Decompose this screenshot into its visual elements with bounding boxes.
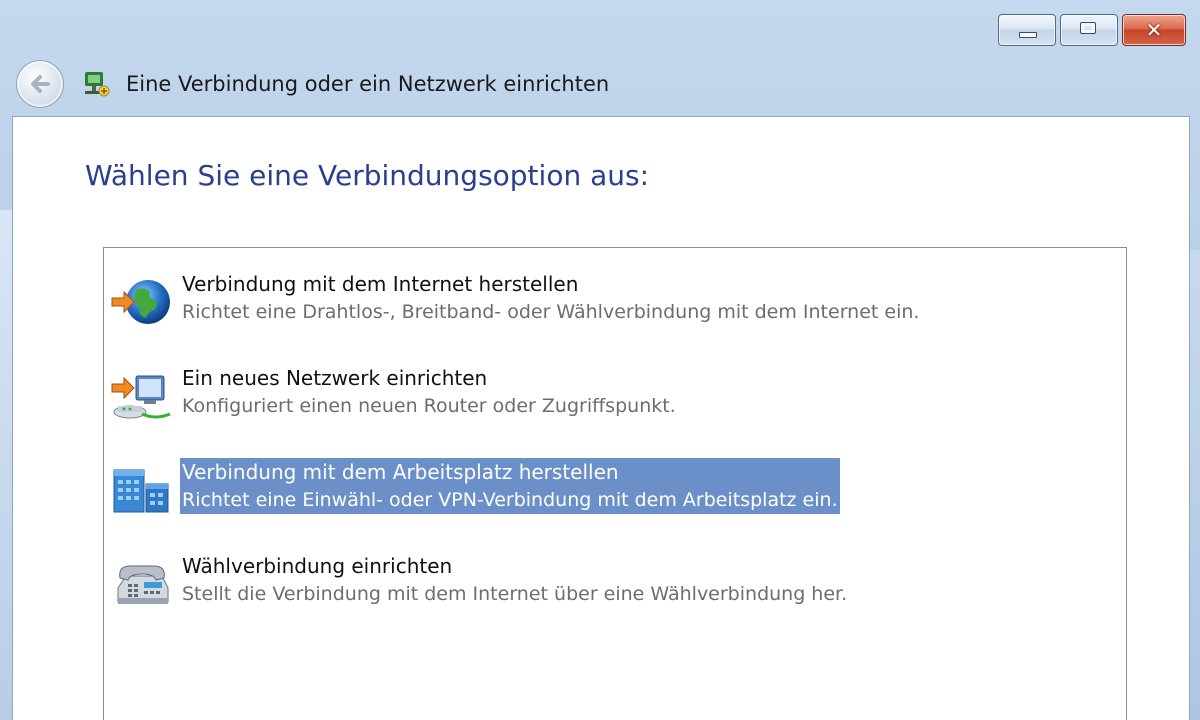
maximize-icon xyxy=(1080,22,1096,34)
option-dialup-text: Wählverbindung einrichten Stellt die Ver… xyxy=(180,552,849,608)
back-button[interactable] xyxy=(16,60,64,108)
minimize-icon xyxy=(1019,32,1037,38)
option-dialup[interactable]: Wählverbindung einrichten Stellt die Ver… xyxy=(110,552,1110,614)
option-description: Richtet eine Einwähl- oder VPN-Verbindun… xyxy=(182,489,838,511)
close-button[interactable]: ✕ xyxy=(1122,14,1186,46)
workplace-building-icon xyxy=(113,469,169,513)
caption-buttons: ✕ xyxy=(998,14,1186,46)
option-title: Verbindung mit dem Internet herstellen xyxy=(182,272,579,296)
option-new-network-text: Ein neues Netzwerk einrichten Konfigurie… xyxy=(180,364,678,420)
option-description: Richtet eine Drahtlos-, Breitband- oder … xyxy=(182,301,920,323)
content-panel: Wählen Sie eine Verbindungsoption aus: V… xyxy=(12,116,1190,720)
back-arrow-icon xyxy=(31,75,50,93)
page-instruction: Wählen Sie eine Verbindungsoption aus: xyxy=(85,159,650,192)
option-title: Wählverbindung einrichten xyxy=(182,554,453,578)
nav-row: Eine Verbindung oder ein Netzwerk einric… xyxy=(16,60,609,108)
option-internet-text: Verbindung mit dem Internet herstellen R… xyxy=(180,270,921,326)
option-description: Stellt die Verbindung mit dem Internet ü… xyxy=(182,583,848,605)
window-title: Eine Verbindung oder ein Netzwerk einric… xyxy=(126,72,610,96)
telephone-icon xyxy=(117,565,169,604)
option-new-network[interactable]: Ein neues Netzwerk einrichten Konfigurie… xyxy=(110,364,1110,426)
option-title: Verbindung mit dem Arbeitsplatz herstell… xyxy=(182,460,619,484)
network-setup-icon xyxy=(85,72,110,97)
window-frame: ✕ Eine Verbindung oder ein Netzwerk einr… xyxy=(0,0,1200,720)
option-internet[interactable]: Verbindung mit dem Internet herstellen R… xyxy=(110,270,1110,332)
router-network-icon xyxy=(111,375,171,419)
connection-option-list: Verbindung mit dem Internet herstellen R… xyxy=(103,247,1127,720)
close-icon: ✕ xyxy=(1145,18,1163,42)
option-description: Konfiguriert einen neuen Router oder Zug… xyxy=(182,395,676,417)
option-workplace[interactable]: Verbindung mit dem Arbeitsplatz herstell… xyxy=(110,458,1110,520)
option-workplace-text: Verbindung mit dem Arbeitsplatz herstell… xyxy=(180,458,840,514)
option-title: Ein neues Netzwerk einrichten xyxy=(182,366,488,390)
globe-icon xyxy=(111,280,170,324)
frame-edge-left xyxy=(0,210,12,720)
minimize-button[interactable] xyxy=(998,14,1056,46)
maximize-button[interactable] xyxy=(1060,14,1118,46)
